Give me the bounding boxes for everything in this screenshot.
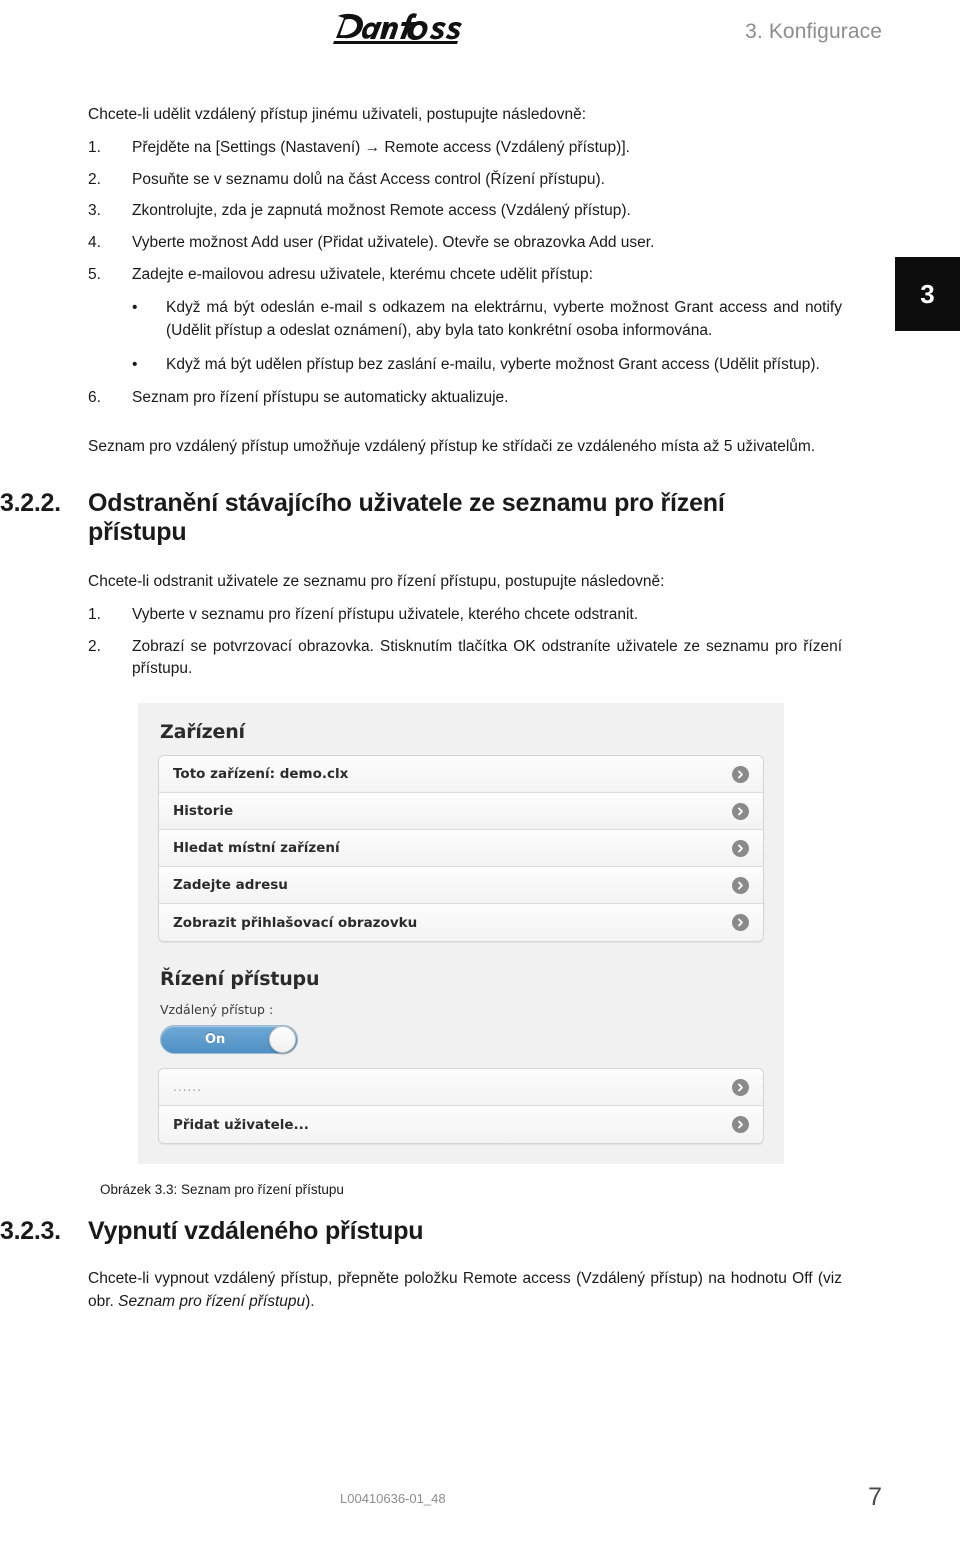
- bullet-icon: •: [132, 356, 138, 374]
- chevron-right-icon[interactable]: [732, 1116, 749, 1134]
- list-marker: 3.: [88, 202, 101, 220]
- list-item[interactable]: Zobrazit přihlašovací obrazovku: [159, 904, 763, 942]
- row-label: ......: [173, 1080, 202, 1095]
- access-control-heading: Řízení přístupu: [160, 968, 320, 991]
- list-item-add-user[interactable]: Přidat uživatele...: [159, 1106, 763, 1144]
- remote-access-steps-list: 1. Přejděte na [Settings (Nastavení) → R…: [0, 137, 880, 287]
- remove-user-intro: Chcete-li odstranit uživatele ze seznamu…: [88, 573, 665, 590]
- row-label: Hledat místní zařízení: [173, 840, 340, 857]
- header-chapter-title: 3. Konfigurace: [745, 20, 882, 43]
- chevron-right-icon[interactable]: [732, 1078, 749, 1096]
- page-header: 3. Konfigurace: [0, 0, 960, 82]
- list-marker: 2.: [88, 170, 101, 188]
- document-id: L00410636-01_48: [340, 1491, 446, 1506]
- remote-access-toggle[interactable]: On: [160, 1025, 298, 1055]
- row-label: Toto zařízení: demo.clx: [173, 766, 349, 783]
- chevron-right-icon[interactable]: [732, 802, 749, 820]
- heading-remove-user: 3.2.2. Odstranění stávajícího uživatele …: [0, 489, 880, 547]
- row-label: Zobrazit přihlašovací obrazovku: [173, 914, 418, 931]
- chapter-number-tab: 3: [895, 257, 960, 331]
- list-item-text: Když má být udělen přístup bez zaslání e…: [166, 356, 820, 374]
- row-label: Zadejte adresu: [173, 877, 288, 894]
- list-item[interactable]: Historie: [159, 793, 763, 831]
- chevron-right-icon[interactable]: [732, 876, 749, 894]
- heading-title: Odstranění stávajícího uživatele ze sezn…: [88, 489, 725, 546]
- main-content: Chcete-li udělit vzdálený přístup jinému…: [0, 104, 880, 1324]
- figure-reference-italic: Seznam pro řízení přístupu: [118, 1292, 306, 1310]
- device-screen: Zařízení Toto zařízení: demo.clx Histori…: [152, 721, 770, 1145]
- list-item-text: Zadejte e-mailovou adresu uživatele, kte…: [132, 265, 593, 283]
- list-item-text: Když má být odeslán e-mail s odkazem na …: [166, 298, 842, 339]
- page-footer: L00410636-01_48 7: [0, 1483, 960, 1523]
- list-marker: 2.: [88, 637, 101, 655]
- list-item[interactable]: Zadejte adresu: [159, 867, 763, 905]
- list-marker: 4.: [88, 234, 101, 252]
- list-marker: 1.: [88, 605, 101, 623]
- row-label: Přidat uživatele...: [173, 1116, 309, 1133]
- list-item: 5. Zadejte e-mailovou adresu uživatele, …: [0, 264, 880, 287]
- list-item[interactable]: Toto zařízení: demo.clx: [159, 756, 763, 794]
- list-marker: 6.: [88, 389, 101, 407]
- disable-remote-paragraph: Chcete-li vypnout vzdálený přístup, přep…: [0, 1268, 880, 1314]
- chevron-right-icon[interactable]: [732, 914, 749, 932]
- danfoss-logo: [332, 10, 472, 52]
- access-control-list: ...... Přidat uživatele...: [158, 1068, 764, 1145]
- bullet-icon: •: [132, 298, 138, 316]
- list-item-text: Zobrazí se potvrzovací obrazovka. Stiskn…: [132, 637, 842, 678]
- list-item: 6. Seznam pro řízení přístupu se automat…: [0, 387, 880, 410]
- chevron-right-icon[interactable]: [732, 765, 749, 783]
- heading-disable-remote: 3.2.3. Vypnutí vzdáleného přístupu: [0, 1217, 880, 1246]
- list-marker: 5.: [88, 265, 101, 283]
- list-item: 2. Posuňte se v seznamu dolů na část Acc…: [0, 169, 880, 192]
- list-item: 3. Zkontrolujte, zda je zapnutá možnost …: [0, 200, 880, 223]
- list-item: 4. Vyberte možnost Add user (Přidat uživ…: [0, 232, 880, 255]
- remove-user-steps-list: 1. Vyberte v seznamu pro řízení přístupu…: [0, 604, 880, 681]
- toggle-state-label: On: [205, 1032, 226, 1048]
- device-screenshot-figure: Zařízení Toto zařízení: demo.clx Histori…: [138, 703, 784, 1165]
- remote-access-closing-paragraph: Seznam pro vzdálený přístup umožňuje vzd…: [88, 438, 816, 456]
- list-item-text: Zkontrolujte, zda je zapnutá možnost Rem…: [132, 202, 631, 220]
- remote-access-intro: Chcete-li udělit vzdálený přístup jinému…: [88, 106, 587, 123]
- chevron-right-icon[interactable]: [732, 839, 749, 857]
- heading-number: 3.2.3.: [0, 1217, 61, 1246]
- list-item-text: Přejděte na [Settings (Nastavení) → Remo…: [132, 138, 630, 156]
- list-item-text: Vyberte v seznamu pro řízení přístupu už…: [132, 605, 639, 623]
- list-item-text: Posuňte se v seznamu dolů na část Access…: [132, 170, 605, 188]
- heading-number: 3.2.2.: [0, 489, 61, 517]
- page-number: 7: [868, 1483, 882, 1511]
- figure-caption: Obrázek 3.3: Seznam pro řízení přístupu: [100, 1182, 344, 1198]
- list-item: 1. Vyberte v seznamu pro řízení přístupu…: [0, 604, 880, 627]
- list-item: • Když má být odeslán e-mail s odkazem n…: [0, 296, 880, 343]
- list-item-text: Vyberte možnost Add user (Přidat uživate…: [132, 234, 655, 252]
- heading-title: Vypnutí vzdáleného přístupu: [88, 1217, 424, 1246]
- device-section-heading: Zařízení: [160, 721, 245, 744]
- list-item-text: Seznam pro řízení přístupu se automatick…: [132, 389, 509, 407]
- remote-access-steps-continued: 6. Seznam pro řízení přístupu se automat…: [0, 387, 880, 410]
- paragraph-text-end: ).: [305, 1292, 315, 1310]
- list-item: 1. Přejděte na [Settings (Nastavení) → R…: [0, 137, 880, 160]
- list-item[interactable]: Hledat místní zařízení: [159, 830, 763, 868]
- device-list: Toto zařízení: demo.clx Historie Hledat …: [158, 755, 764, 943]
- list-item: • Když má být udělen přístup bez zaslání…: [0, 353, 880, 376]
- toggle-knob[interactable]: [269, 1026, 296, 1054]
- list-item: 2. Zobrazí se potvrzovací obrazovka. Sti…: [0, 636, 880, 682]
- list-item[interactable]: ......: [159, 1069, 763, 1107]
- list-marker: 1.: [88, 138, 101, 156]
- remote-access-label: Vzdálený přístup :: [160, 1002, 274, 1018]
- remote-access-bullets: • Když má být odeslán e-mail s odkazem n…: [0, 296, 880, 377]
- row-label: Historie: [173, 803, 234, 820]
